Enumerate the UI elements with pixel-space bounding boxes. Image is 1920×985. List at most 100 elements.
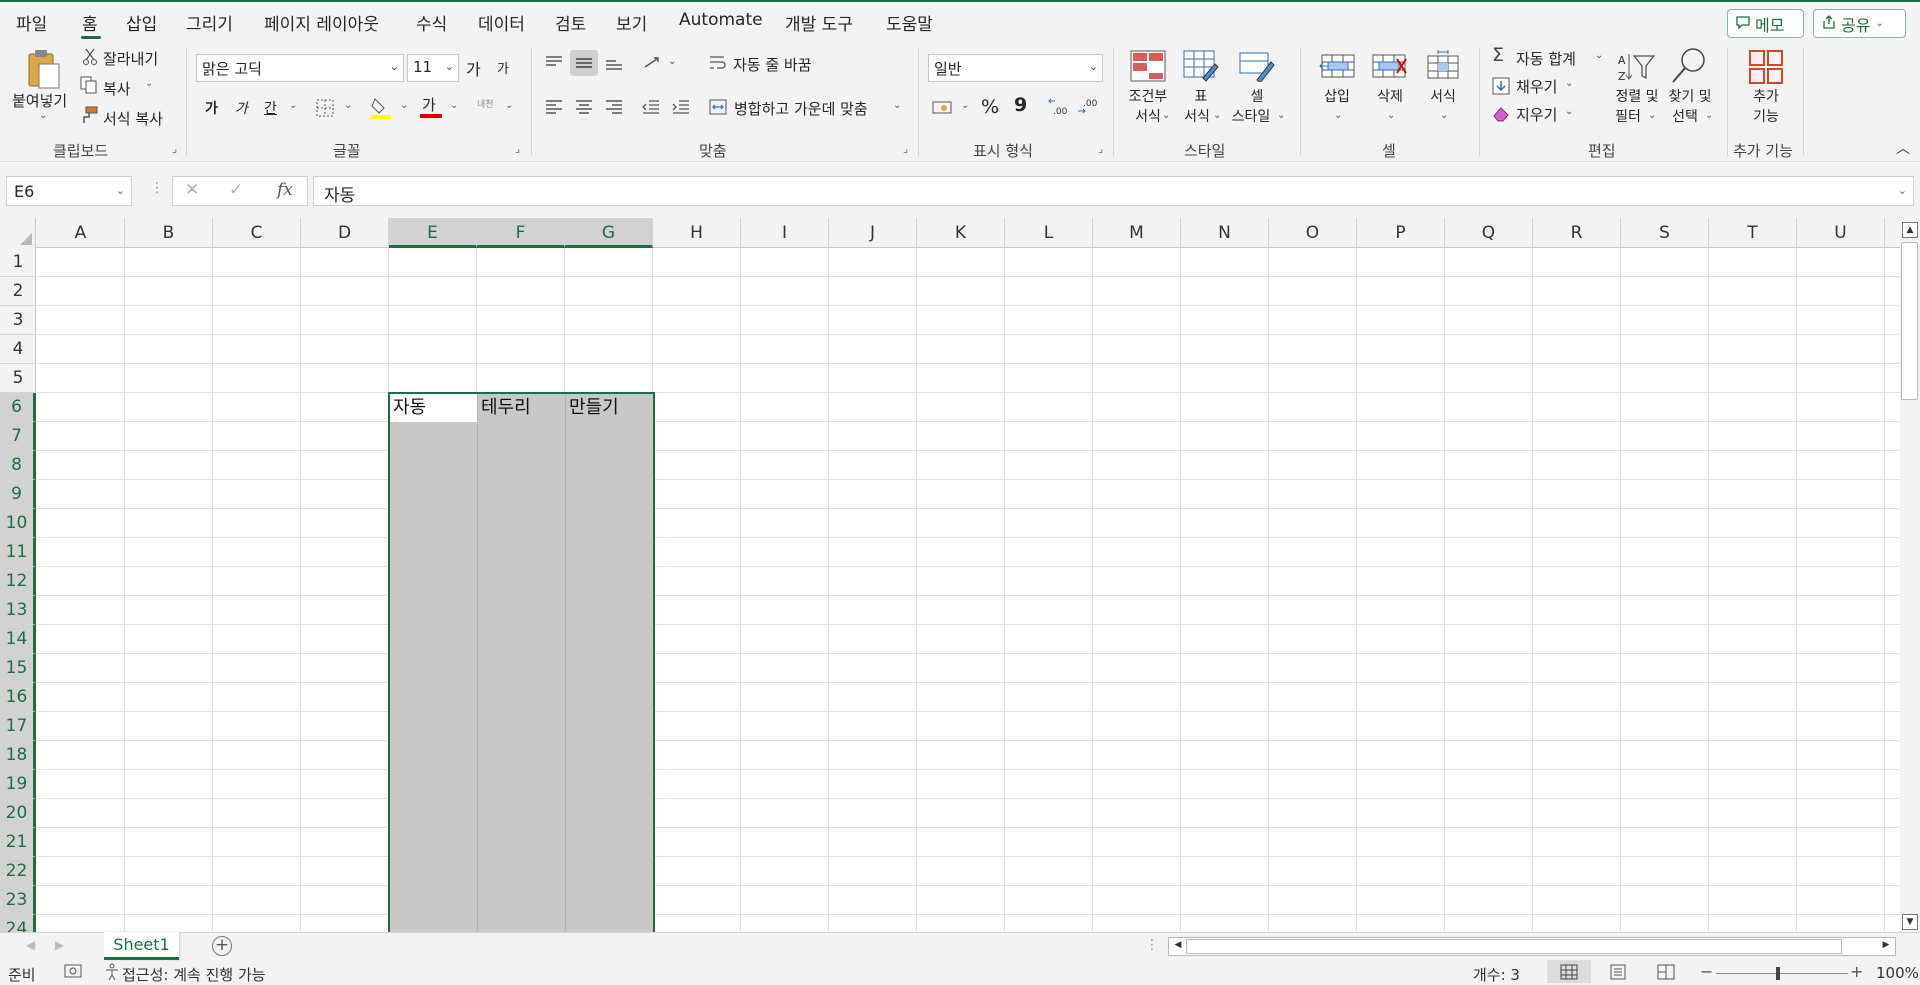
cell-E6[interactable]: 자동 (390, 393, 426, 422)
column-header-N[interactable]: N (1181, 218, 1269, 248)
underline-button[interactable]: 간 (264, 98, 277, 118)
chevron-down-icon[interactable]: ⌄ (1705, 110, 1713, 121)
percent-button[interactable]: % (981, 96, 999, 118)
column-header-K[interactable]: K (917, 218, 1005, 248)
dialog-launcher-icon[interactable]: ⌟ (515, 142, 520, 155)
fill-color-icon[interactable] (370, 96, 392, 120)
chevron-down-icon[interactable]: ⌄ (1595, 50, 1603, 61)
row-header-21[interactable]: 21 (0, 828, 36, 857)
tab-help[interactable]: 도움말 (886, 10, 933, 35)
format-as-table-button[interactable]: 표 (1180, 88, 1222, 107)
chevron-down-icon[interactable]: ⌄ (1334, 110, 1342, 121)
bold-button[interactable]: 가 (205, 98, 218, 118)
merge-center-button[interactable]: 병합하고 가운데 맞춤 (734, 98, 868, 119)
column-header-Q[interactable]: Q (1445, 218, 1533, 248)
font-size-combo[interactable]: 11 ⌄ (407, 54, 459, 82)
scroll-left-icon[interactable]: ◀ (1170, 938, 1186, 954)
chevron-down-icon[interactable]: ⌄ (505, 100, 513, 111)
column-header-S[interactable]: S (1621, 218, 1709, 248)
row-header-3[interactable]: 3 (0, 306, 36, 335)
row-header-17[interactable]: 17 (0, 712, 36, 741)
insert-function-icon[interactable]: fx (277, 180, 293, 200)
tab-review[interactable]: 검토 (555, 10, 586, 35)
tab-data[interactable]: 데이터 (478, 10, 525, 35)
row-header-1[interactable]: 1 (0, 248, 36, 277)
chevron-down-icon[interactable]: ⌄ (344, 100, 352, 111)
column-header-L[interactable]: L (1005, 218, 1093, 248)
phonetic-button[interactable]: 내천 (477, 97, 494, 110)
cut-button[interactable]: 잘라내기 (103, 48, 158, 69)
chevron-down-icon[interactable]: ⌄ (1565, 106, 1573, 117)
row-header-15[interactable]: 15 (0, 654, 36, 683)
chevron-down-icon[interactable]: ⌄ (893, 100, 901, 111)
row-header-8[interactable]: 8 (0, 451, 36, 480)
cell-F6[interactable]: 테두리 (478, 393, 531, 422)
chevron-down-icon[interactable]: ⌄ (1162, 110, 1170, 121)
find-select-button[interactable]: 찾기 및 (1664, 88, 1716, 107)
enter-icon[interactable]: ✓ (229, 180, 243, 200)
align-top-icon[interactable] (543, 52, 565, 74)
cell-styles-button[interactable]: 셀 (1237, 88, 1277, 107)
share-button[interactable]: 공유 ⌄ (1813, 9, 1906, 38)
paste-icon[interactable] (24, 48, 62, 90)
scroll-up-icon[interactable]: ▲ (1902, 222, 1918, 238)
vertical-scroll-thumb[interactable] (1901, 242, 1918, 400)
tab-automate[interactable]: Automate (679, 10, 763, 30)
tab-insert[interactable]: 삽입 (126, 10, 157, 35)
addins-button[interactable]: 추가 (1746, 88, 1786, 107)
column-header-I[interactable]: I (741, 218, 829, 248)
name-box[interactable]: E6 ⌄ (6, 176, 132, 206)
scroll-right-icon[interactable]: ▶ (1878, 938, 1894, 954)
wrap-text-button[interactable]: 자동 줄 바꿈 (733, 54, 812, 75)
borders-icon[interactable] (315, 98, 335, 118)
scroll-down-icon[interactable]: ▼ (1902, 914, 1918, 930)
row-header-2[interactable]: 2 (0, 277, 36, 306)
column-header-F[interactable]: F (477, 218, 565, 248)
sort-filter-button[interactable]: 정렬 및 (1612, 88, 1662, 107)
fill-button[interactable]: 채우기 (1516, 76, 1557, 97)
chevron-down-icon[interactable]: ⌄ (961, 100, 969, 111)
column-header-E[interactable]: E (389, 218, 477, 248)
chevron-down-icon[interactable]: ⌄ (1213, 110, 1221, 121)
number-format-combo[interactable]: 일반 ⌄ (928, 54, 1103, 82)
column-header-O[interactable]: O (1269, 218, 1357, 248)
column-header-T[interactable]: T (1709, 218, 1797, 248)
column-header-B[interactable]: B (125, 218, 213, 248)
cell-G6[interactable]: 만들기 (566, 393, 619, 422)
column-header-D[interactable]: D (301, 218, 389, 248)
chevron-down-icon[interactable]: ⌄ (145, 78, 153, 89)
accounting-format-icon[interactable] (931, 96, 955, 118)
row-header-9[interactable]: 9 (0, 480, 36, 509)
delete-cells-button[interactable]: 삭제 (1370, 88, 1410, 107)
chevron-down-icon[interactable]: ⌄ (1277, 110, 1285, 121)
tab-file[interactable]: 파일 (16, 10, 47, 35)
row-header-23[interactable]: 23 (0, 886, 36, 915)
decrease-indent-icon[interactable] (640, 96, 662, 118)
row-header-20[interactable]: 20 (0, 799, 36, 828)
tab-view[interactable]: 보기 (616, 10, 647, 35)
chevron-down-icon[interactable]: ⌄ (1565, 78, 1573, 89)
increase-indent-icon[interactable] (670, 96, 692, 118)
next-sheet-icon[interactable]: ▶ (55, 938, 64, 952)
row-header-24[interactable]: 24 (0, 915, 36, 932)
conditional-formatting-button[interactable]: 조건부 (1124, 88, 1172, 107)
zoom-in-icon[interactable]: + (1850, 962, 1863, 981)
zoom-slider-thumb[interactable] (1776, 967, 1780, 980)
page-break-view-icon[interactable] (1657, 964, 1675, 984)
tab-draw[interactable]: 그리기 (186, 10, 233, 35)
horizontal-scroll-thumb[interactable] (1186, 939, 1842, 954)
macro-record-icon[interactable] (64, 963, 82, 983)
chevron-down-icon[interactable]: ⌄ (1648, 110, 1656, 121)
memo-button[interactable]: 메모 (1727, 9, 1804, 38)
row-header-7[interactable]: 7 (0, 422, 36, 451)
chevron-down-icon[interactable]: ⌄ (289, 100, 297, 111)
chevron-down-icon[interactable]: ⌄ (450, 100, 458, 111)
column-header-P[interactable]: P (1357, 218, 1445, 248)
column-header-C[interactable]: C (213, 218, 301, 248)
row-header-4[interactable]: 4 (0, 335, 36, 364)
row-header-5[interactable]: 5 (0, 364, 36, 393)
row-header-14[interactable]: 14 (0, 625, 36, 654)
chevron-down-icon[interactable]: ⌄ (1440, 110, 1448, 121)
tab-formulas[interactable]: 수식 (416, 10, 447, 35)
row-header-19[interactable]: 19 (0, 770, 36, 799)
